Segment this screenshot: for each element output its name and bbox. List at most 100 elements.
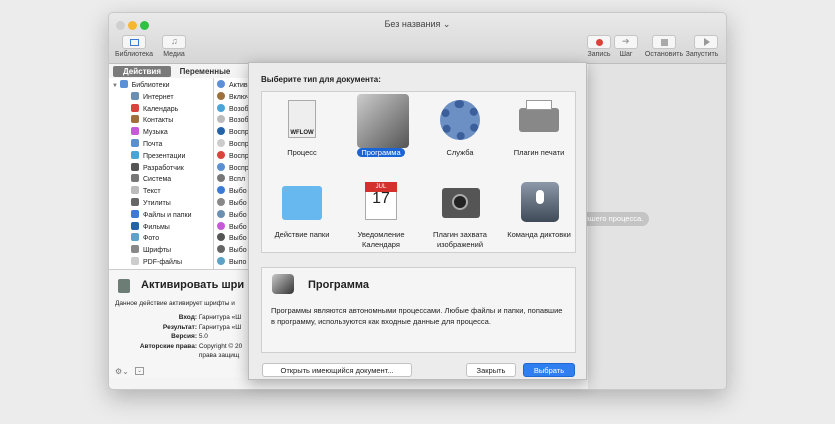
action-icon (217, 80, 225, 88)
close-button[interactable]: Закрыть (466, 363, 516, 377)
document-type-2[interactable]: Программа (341, 94, 421, 158)
type-description: Программа Программы являются автономными… (261, 267, 576, 353)
document-type-4[interactable]: Плагин печати (499, 98, 579, 158)
document-type-3[interactable]: Служба (420, 98, 500, 158)
sheet-heading: Выберите тип для документа: (261, 75, 381, 84)
library-item[interactable]: Почта (109, 138, 213, 151)
library-item[interactable]: Файлы и папки (109, 209, 213, 222)
category-icon (131, 197, 139, 206)
tab-variables[interactable]: Переменные (173, 66, 237, 77)
document-type-label: Действие папки (274, 230, 330, 239)
document-type-7[interactable]: Плагин захвата изображений (420, 180, 500, 250)
category-icon (131, 233, 139, 242)
document-type-8[interactable]: Команда диктовки (499, 180, 579, 240)
category-icon (131, 245, 139, 254)
library-item[interactable]: Контакты (109, 115, 213, 127)
copyright-value-2: права защищ (198, 352, 240, 359)
library-item[interactable]: Текст (109, 186, 213, 198)
gear-icon[interactable]: ⚙⌄ (115, 367, 129, 376)
action-item-label: Выбо (229, 235, 247, 243)
step-button[interactable]: ➔ (614, 35, 638, 49)
category-icon (131, 174, 139, 183)
document-type-5[interactable]: Действие папки (262, 180, 342, 240)
library-item[interactable]: Разработчик (109, 162, 213, 175)
library-item[interactable]: Шрифты (109, 245, 213, 257)
action-icon (217, 162, 225, 171)
music-note-icon: ♫ (171, 36, 178, 46)
action-icon (217, 174, 225, 183)
library-item[interactable]: Музыка (109, 127, 213, 139)
library-item[interactable]: Интернет (109, 91, 213, 104)
font-book-icon (118, 279, 130, 293)
library-item[interactable]: Фото (109, 233, 213, 245)
collapse-icon[interactable]: ⌄ (135, 367, 144, 375)
print-plugin-icon (517, 98, 561, 142)
folder-action-icon (280, 180, 324, 224)
library-item[interactable]: Календарь (109, 103, 213, 116)
calendar-day: 17 (372, 190, 390, 207)
document-type-1[interactable]: WFLOW Процесс (262, 98, 342, 158)
disclosure-triangle-icon[interactable]: ▼ (112, 83, 120, 89)
library-item-label: Шрифты (143, 247, 172, 255)
library-item-label: PDF-файлы (143, 258, 183, 266)
stop-button[interactable] (652, 35, 676, 49)
dictation-microphone-icon (517, 180, 561, 224)
library-item-label: Фото (143, 235, 160, 243)
library-item[interactable]: Система (109, 174, 213, 186)
action-item-label: Включ (229, 93, 250, 101)
category-icon (131, 150, 139, 159)
library-item[interactable]: Фильмы (109, 221, 213, 234)
document-type-6[interactable]: JUL 17 Уведомление Календаря (341, 180, 421, 250)
run-button[interactable] (694, 35, 718, 49)
record-icon (596, 39, 603, 46)
sidebar-icon (130, 39, 139, 46)
record-button[interactable] (587, 35, 611, 49)
category-icon (131, 115, 139, 124)
action-item-label: Воспр (229, 129, 249, 137)
category-icon (131, 186, 139, 195)
document-type-label: Плагин печати (513, 148, 565, 157)
category-icon (131, 221, 139, 230)
action-item-label: Вспл (229, 176, 246, 184)
action-item-label: Выбо (229, 223, 247, 231)
library-item-label: Почта (143, 140, 163, 148)
action-icon (217, 103, 225, 112)
category-icon (131, 103, 139, 112)
wflow-badge: WFLOW (290, 130, 314, 136)
choose-button[interactable]: Выбрать (523, 363, 575, 377)
version-value: 5.0 (198, 333, 208, 340)
copyright-value: Copyright © 20 (198, 342, 243, 350)
media-button[interactable]: ♫ (162, 35, 186, 49)
workflow-area[interactable] (588, 64, 726, 389)
library-item-label: Система (143, 176, 172, 184)
library-item[interactable]: Презентации (109, 150, 213, 163)
action-icon (217, 127, 225, 136)
open-existing-document-button[interactable]: Открыть имеющийся документ... (262, 363, 412, 377)
description-text: Программы являются автономными процессам… (271, 306, 563, 326)
stop-icon (661, 39, 668, 46)
document-type-label: Плагин захвата изображений (433, 230, 487, 249)
action-item-label: Выбо (229, 247, 247, 255)
tab-actions[interactable]: Действия (113, 66, 171, 77)
library-item[interactable]: ▼ Библиотеки (109, 80, 213, 92)
library-item-label: Фильмы (143, 223, 170, 231)
play-icon (704, 38, 710, 46)
library-list: ▼ Библиотеки Интернет Календарь Контакты Муз… (109, 78, 214, 269)
action-item-label: Воспр (229, 164, 249, 172)
library-item-label: Утилиты (143, 199, 171, 207)
input-label: Вход: (178, 314, 197, 321)
library-item-label: Интернет (143, 93, 174, 101)
robot-icon (272, 274, 294, 294)
library-item-label: Музыка (143, 129, 168, 137)
result-label: Результат: (162, 323, 197, 331)
description-title: Программа (308, 279, 370, 291)
library-item-label: Разработчик (143, 164, 184, 172)
action-item-label: Воспр (229, 152, 249, 160)
library-item[interactable]: Утилиты (109, 197, 213, 210)
library-item[interactable]: PDF-файлы (109, 256, 213, 269)
calendar-alarm-icon: JUL 17 (359, 180, 403, 224)
action-item-label: Возоб (229, 117, 249, 125)
step-arrow-icon: ➔ (622, 36, 630, 46)
library-button[interactable] (122, 35, 146, 49)
action-description: Данное действие активирует шрифты и (115, 300, 235, 307)
